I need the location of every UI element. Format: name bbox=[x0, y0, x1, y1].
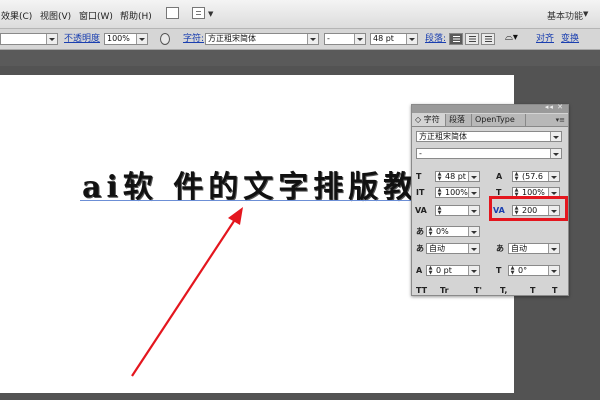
all-caps-icon[interactable]: TT bbox=[416, 285, 427, 296]
panel-font-style-value: - bbox=[419, 149, 422, 158]
stepper-icon[interactable]: ▲ ▼ bbox=[436, 206, 443, 215]
leading-icon: A bbox=[496, 172, 503, 181]
tsume-value: 自动 bbox=[511, 244, 527, 253]
panel-title-bar[interactable]: ◂◂ ✕ bbox=[412, 103, 568, 113]
baseline-shift-icon: あ bbox=[416, 227, 424, 236]
strikethrough-icon[interactable]: T bbox=[552, 285, 557, 296]
stepper-icon[interactable]: ▲ ▼ bbox=[436, 188, 443, 197]
tsume-dropdown[interactable]: 自动 bbox=[508, 243, 560, 254]
tab-paragraph-label: 段落 bbox=[449, 115, 465, 124]
vertical-scale-icon: IT bbox=[416, 188, 425, 197]
chevron-down-icon bbox=[548, 244, 559, 253]
arrow-shaft bbox=[131, 217, 237, 377]
insert-space-value: 0 pt bbox=[436, 266, 452, 275]
panel-font-size-input[interactable]: ▲ ▼ 48 pt bbox=[435, 171, 480, 182]
stepper-icon[interactable]: ▲ ▼ bbox=[513, 172, 520, 181]
mojikumi-icon: あ bbox=[416, 244, 424, 253]
vertical-scale-input[interactable]: ▲ ▼ 100% bbox=[435, 187, 480, 198]
stepper-icon[interactable]: ▲ ▼ bbox=[509, 266, 516, 275]
tab-character[interactable]: ◇ 字符 bbox=[412, 114, 446, 126]
vertical-scale-value: 100% bbox=[445, 188, 468, 197]
tab-paragraph[interactable]: 段落 bbox=[446, 114, 472, 126]
insert-space-input[interactable]: ▲ ▼ 0 pt bbox=[426, 265, 480, 276]
collapse-icon[interactable]: ◂◂ ✕ bbox=[545, 103, 564, 111]
status-area bbox=[0, 393, 600, 400]
underline-icon[interactable]: T bbox=[530, 285, 535, 296]
kerning-input[interactable]: ▲ ▼ bbox=[435, 205, 480, 216]
arrow-head bbox=[228, 207, 243, 225]
kerning-icon: VA bbox=[415, 206, 427, 215]
chevron-down-icon bbox=[468, 227, 479, 236]
mojikumi-value: 自动 bbox=[429, 244, 445, 253]
leading-input[interactable]: ▲ ▼ (57.6 bbox=[512, 171, 560, 182]
small-caps-icon[interactable]: Tr bbox=[440, 285, 449, 296]
font-size-icon: T bbox=[416, 172, 422, 181]
baseline-shift-value: 0% bbox=[436, 227, 449, 236]
chevron-down-icon bbox=[548, 172, 559, 181]
tracking-highlight-box bbox=[489, 196, 568, 221]
tsume-icon: あ bbox=[496, 244, 504, 253]
mojikumi-dropdown[interactable]: 自动 bbox=[426, 243, 480, 254]
superscript-icon[interactable]: T' bbox=[474, 285, 482, 296]
chevron-down-icon bbox=[550, 132, 561, 141]
character-rotation-icon: T bbox=[496, 266, 502, 275]
character-rotation-value: 0° bbox=[518, 266, 528, 275]
baseline-shift-input[interactable]: ▲ ▼ 0% bbox=[426, 226, 480, 237]
panel-font-size-value: 48 pt bbox=[445, 172, 466, 181]
chevron-down-icon bbox=[468, 188, 479, 197]
insert-space-icon: A bbox=[416, 266, 423, 275]
stepper-icon[interactable]: ▲ ▼ bbox=[427, 227, 434, 236]
stepper-icon[interactable]: ▲ ▼ bbox=[436, 172, 443, 181]
chevron-down-icon bbox=[468, 206, 479, 215]
tab-opentype-label: OpenType bbox=[475, 115, 515, 124]
chevron-down-icon bbox=[468, 244, 479, 253]
character-rotation-input[interactable]: ▲ ▼ 0° bbox=[508, 265, 560, 276]
leading-value: (57.6 bbox=[522, 172, 543, 181]
panel-menu-icon[interactable]: ▾≡ bbox=[556, 116, 565, 124]
chevron-down-icon bbox=[548, 266, 559, 275]
tab-character-label: 字符 bbox=[423, 115, 440, 124]
stepper-icon[interactable]: ▲ ▼ bbox=[427, 266, 434, 275]
panel-font-style-dropdown[interactable]: - bbox=[416, 148, 562, 159]
panel-font-family-value: 方正粗宋简体 bbox=[419, 132, 467, 141]
subscript-icon[interactable]: T, bbox=[500, 285, 507, 296]
chevron-down-icon bbox=[468, 172, 479, 181]
panel-font-family-dropdown[interactable]: 方正粗宋简体 bbox=[416, 131, 562, 142]
chevron-down-icon bbox=[468, 266, 479, 275]
tab-opentype[interactable]: OpenType bbox=[472, 114, 526, 126]
panel-tabs: ◇ 字符 段落 OpenType ▾≡ bbox=[412, 114, 568, 127]
chevron-down-icon bbox=[550, 149, 561, 158]
